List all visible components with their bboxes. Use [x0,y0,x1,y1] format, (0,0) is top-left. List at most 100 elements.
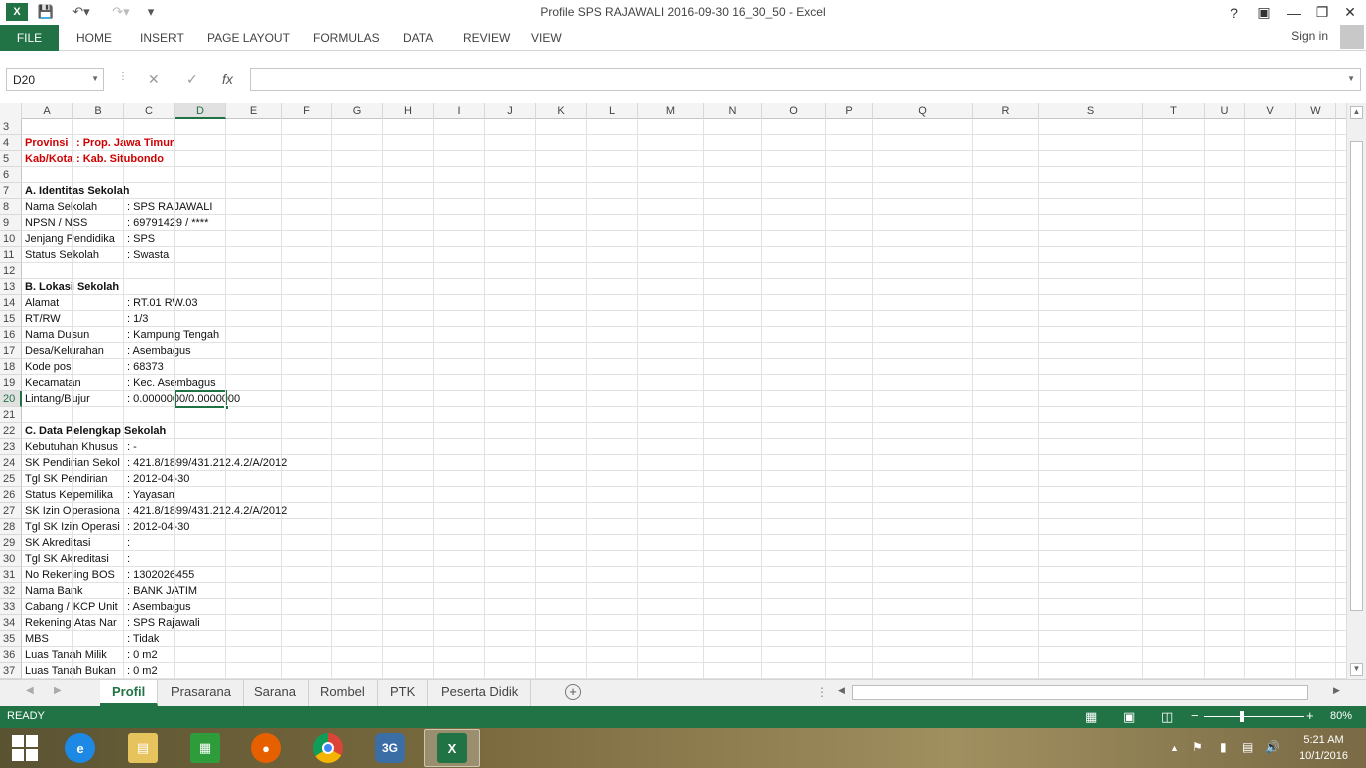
column-header-f[interactable]: F [282,103,332,119]
sheet-tab-rombel[interactable]: Rombel [308,680,378,706]
cell-c30[interactable]: : [124,551,130,567]
zoom-out-icon[interactable]: − [1191,708,1199,723]
cell-c28[interactable]: : 2012-04-30 [124,519,189,535]
row-header-32[interactable]: 32 [0,583,22,599]
column-header-k[interactable]: K [536,103,587,119]
selected-cell-d20[interactable] [174,390,229,410]
volume-icon[interactable]: 🔊 [1265,740,1280,754]
row-header-9[interactable]: 9 [0,215,22,231]
column-header-a[interactable]: A [22,103,73,119]
taskbar-chrome[interactable] [300,729,356,767]
column-header-w[interactable]: W [1296,103,1336,119]
cell-a13[interactable]: B. Lokasi Sekolah [22,279,119,295]
enter-icon[interactable]: ✓ [186,71,198,88]
taskbar-firefox[interactable]: ● [238,729,294,767]
page-layout-view-icon[interactable]: ▣ [1123,709,1135,725]
row-header-14[interactable]: 14 [0,295,22,311]
zoom-in-icon[interactable]: + [1306,708,1314,723]
taskbar-excel[interactable]: X [424,729,480,767]
vertical-scroll-thumb[interactable] [1350,141,1363,611]
taskbar-store[interactable]: ▦ [177,729,233,767]
row-header-10[interactable]: 10 [0,231,22,247]
row-header-19[interactable]: 19 [0,375,22,391]
row-header-20[interactable]: 20 [0,391,22,407]
cell-a25[interactable]: Tgl SK Pendirian [22,471,108,487]
tab-file[interactable]: FILE [0,25,59,51]
row-header-22[interactable]: 22 [0,423,22,439]
cell-c8[interactable]: : SPS RAJAWALI [124,199,212,215]
cell-c17[interactable]: : Asembagus [124,343,191,359]
cell-c10[interactable]: : SPS [124,231,155,247]
taskbar-clock[interactable]: 5:21 AM 10/1/2016 [1299,732,1348,764]
cell-a23[interactable]: Kebutuhan Khusus [22,439,124,455]
cell-c32[interactable]: : BANK JATIM [124,583,197,599]
cell-a28[interactable]: Tgl SK Izin Operasi [22,519,124,535]
column-header-i[interactable]: I [434,103,485,119]
row-header-24[interactable]: 24 [0,455,22,471]
horizontal-scroll-thumb[interactable] [852,685,1308,700]
row-header-36[interactable]: 36 [0,647,22,663]
scroll-up-icon[interactable]: ▲ [1350,106,1363,119]
close-icon[interactable]: ✕ [1336,0,1364,25]
row-header-35[interactable]: 35 [0,631,22,647]
sheet-tab-profil[interactable]: Profil [100,680,159,706]
row-header-27[interactable]: 27 [0,503,22,519]
zoom-slider[interactable] [1204,716,1304,717]
vertical-scrollbar[interactable]: ▲ ▼ [1346,103,1366,679]
column-header-m[interactable]: M [638,103,704,119]
cell-a10[interactable]: Jenjang Pendidika [22,231,124,247]
column-header-q[interactable]: Q [873,103,973,119]
sheet-tab-sarana[interactable]: Sarana [242,680,309,706]
cell-a9[interactable]: NPSN / NSS [22,215,87,231]
battery-icon[interactable]: ▮ [1220,740,1227,754]
cell-c24[interactable]: : 421.8/1899/431.212.4.2/A/2012 [124,455,287,471]
cell-c31[interactable]: : 1302026455 [124,567,194,583]
cell-c18[interactable]: : 68373 [124,359,164,375]
cell-a36[interactable]: Luas Tanah Milik [22,647,107,663]
splitter-icon[interactable]: ⋮ [816,685,828,699]
formula-input[interactable]: ▼ [250,68,1361,91]
cell-c34[interactable]: : SPS Rajawali [124,615,200,631]
new-sheet-icon[interactable]: + [565,684,581,700]
row-header-21[interactable]: 21 [0,407,22,423]
cell-a17[interactable]: Desa/Kelurahan [22,343,104,359]
scroll-down-icon[interactable]: ▼ [1350,663,1363,676]
row-header-11[interactable]: 11 [0,247,22,263]
cell-a35[interactable]: MBS [22,631,49,647]
name-box[interactable]: D20 ▼ [6,68,104,91]
row-header-16[interactable]: 16 [0,327,22,343]
cell-a31[interactable]: No Rekening BOS [22,567,115,583]
cell-a18[interactable]: Kode pos [22,359,71,375]
avatar[interactable] [1340,25,1364,49]
chevron-down-icon[interactable]: ▼ [91,74,99,83]
cell-c14[interactable]: : RT.01 RW.03 [124,295,198,311]
cell-c11[interactable]: : Swasta [124,247,169,263]
row-header-37[interactable]: 37 [0,663,22,679]
cell-c26[interactable]: : Yayasan [124,487,175,503]
network-icon[interactable]: ▤ [1242,740,1253,754]
scroll-left-icon[interactable]: ◀ [838,685,845,696]
select-all-button[interactable] [0,103,22,119]
cell-c15[interactable]: : 1/3 [124,311,148,327]
cell-b5[interactable]: : Kab. Situbondo [73,151,164,167]
insert-function-icon[interactable]: fx [222,71,233,87]
zoom-slider-knob[interactable] [1240,711,1244,722]
row-header-18[interactable]: 18 [0,359,22,375]
tab-home[interactable]: HOME [68,25,120,51]
column-header-t[interactable]: T [1143,103,1205,119]
row-header-5[interactable]: 5 [0,151,22,167]
row-header-13[interactable]: 13 [0,279,22,295]
cell-c33[interactable]: : Asembagus [124,599,191,615]
cell-c23[interactable]: : - [124,439,137,455]
cell-a32[interactable]: Nama Bank [22,583,82,599]
cell-a22[interactable]: C. Data Pelengkap Sekolah [22,423,166,439]
zoom-level[interactable]: 80% [1330,710,1352,722]
cell-a4[interactable]: Provinsi [22,135,68,151]
row-header-34[interactable]: 34 [0,615,22,631]
cell-c9[interactable]: : 69791429 / **** [124,215,208,231]
row-header-15[interactable]: 15 [0,311,22,327]
minimize-icon[interactable]: — [1280,0,1308,25]
column-header-c[interactable]: C [124,103,175,119]
expand-formula-icon[interactable]: ▼ [1347,74,1355,83]
row-header-6[interactable]: 6 [0,167,22,183]
